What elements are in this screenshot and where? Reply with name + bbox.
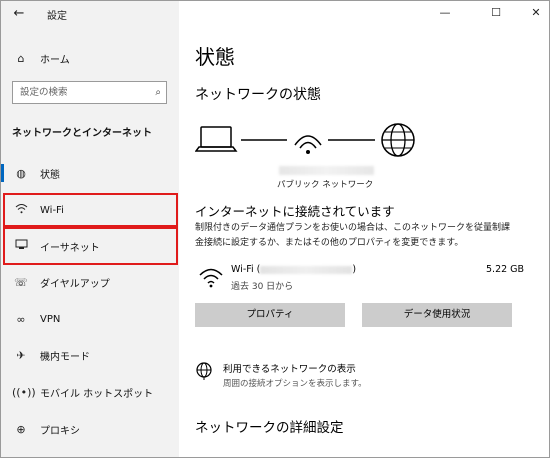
available-networks-icon xyxy=(196,362,212,380)
wifi-data-usage: 5.22 GB xyxy=(486,264,525,275)
search-icon: ⌕ xyxy=(155,87,161,98)
settings-window: ← 設定 ⌂ ホーム 設定の検索 ⌕ ネットワークとインターネット ◍ 状態 W… xyxy=(0,0,550,458)
search-placeholder: 設定の検索 xyxy=(20,87,68,98)
sidebar-item-label: 機内モード xyxy=(40,351,90,363)
properties-button[interactable]: プロパティ xyxy=(195,303,345,327)
sidebar-item-airplane-mode[interactable]: ✈ 機内モード xyxy=(1,338,179,372)
page-title: 状態 xyxy=(195,45,235,69)
sidebar-section-title: ネットワークとインターネット xyxy=(12,128,152,139)
wifi-usage-period: 過去 30 日から xyxy=(231,282,294,292)
home-icon: ⌂ xyxy=(17,51,25,65)
dialup-icon: ☏ xyxy=(14,275,28,289)
laptop-icon xyxy=(195,126,238,152)
globe-network-icon: ◍ xyxy=(16,166,26,180)
network-type: パブリック ネットワーク xyxy=(277,180,374,190)
sidebar-item-label: プロキシ xyxy=(40,425,80,437)
sidebar-item-mobile-hotspot[interactable]: ((•)) モバイル ホットスポット xyxy=(1,375,179,409)
network-diagram xyxy=(195,123,415,157)
wifi-connection-name: Wi-Fi () xyxy=(231,264,357,275)
vpn-icon: ∞ xyxy=(16,312,26,326)
network-status-heading: ネットワークの状態 xyxy=(195,87,321,103)
sidebar-item-dialup[interactable]: ☏ ダイヤルアップ xyxy=(1,265,179,299)
sidebar-item-label: VPN xyxy=(40,313,61,325)
ssid-redacted xyxy=(260,265,353,274)
airplane-icon: ✈ xyxy=(16,348,26,362)
wifi-signal-icon xyxy=(294,135,322,154)
sidebar-item-status[interactable]: ◍ 状態 xyxy=(1,156,179,190)
internet-globe-icon xyxy=(381,123,415,157)
network-name-redacted xyxy=(279,166,374,175)
proxy-globe-icon: ⊕ xyxy=(16,422,26,436)
wifi-signal-icon xyxy=(199,268,223,288)
data-usage-button[interactable]: データ使用状況 xyxy=(362,303,512,327)
connection-status-title: インターネットに接続されています xyxy=(195,204,395,219)
back-button[interactable]: ← xyxy=(9,4,29,24)
connection-status-description: 制限付きのデータ通信プランをお使いの場合は、このネットワークを従量制課金接続に設… xyxy=(195,223,511,248)
sidebar-item-label: ダイヤルアップ xyxy=(40,278,110,290)
app-title: 設定 xyxy=(47,11,67,22)
sidebar-item-home[interactable]: ⌂ ホーム xyxy=(1,41,179,75)
available-networks-description: 周囲の接続オプションを表示します。 xyxy=(223,379,367,389)
sidebar-item-label: 状態 xyxy=(40,169,60,181)
highlight-box-wifi xyxy=(3,193,178,227)
sidebar-item-label: ホーム xyxy=(40,54,70,66)
sidebar-item-proxy[interactable]: ⊕ プロキシ xyxy=(1,412,179,446)
highlight-box-ethernet xyxy=(3,227,178,265)
sidebar: ← 設定 ⌂ ホーム 設定の検索 ⌕ ネットワークとインターネット ◍ 状態 W… xyxy=(1,1,179,457)
sidebar-item-vpn[interactable]: ∞ VPN xyxy=(1,302,179,336)
sidebar-item-label: モバイル ホットスポット xyxy=(40,388,154,400)
minimize-button[interactable]: — xyxy=(433,3,457,23)
maximize-button[interactable]: ☐ xyxy=(484,3,508,23)
advanced-settings-heading: ネットワークの詳細設定 xyxy=(195,420,344,436)
search-input[interactable]: 設定の検索 ⌕ xyxy=(12,81,167,104)
available-networks-link[interactable]: 利用できるネットワークの表示 xyxy=(223,361,356,375)
main-pane: — ☐ ✕ 状態 ネットワークの状態 パブリック ネットワーク インターネットに… xyxy=(179,1,549,457)
hotspot-icon: ((•)) xyxy=(12,385,36,399)
close-button[interactable]: ✕ xyxy=(524,3,548,23)
